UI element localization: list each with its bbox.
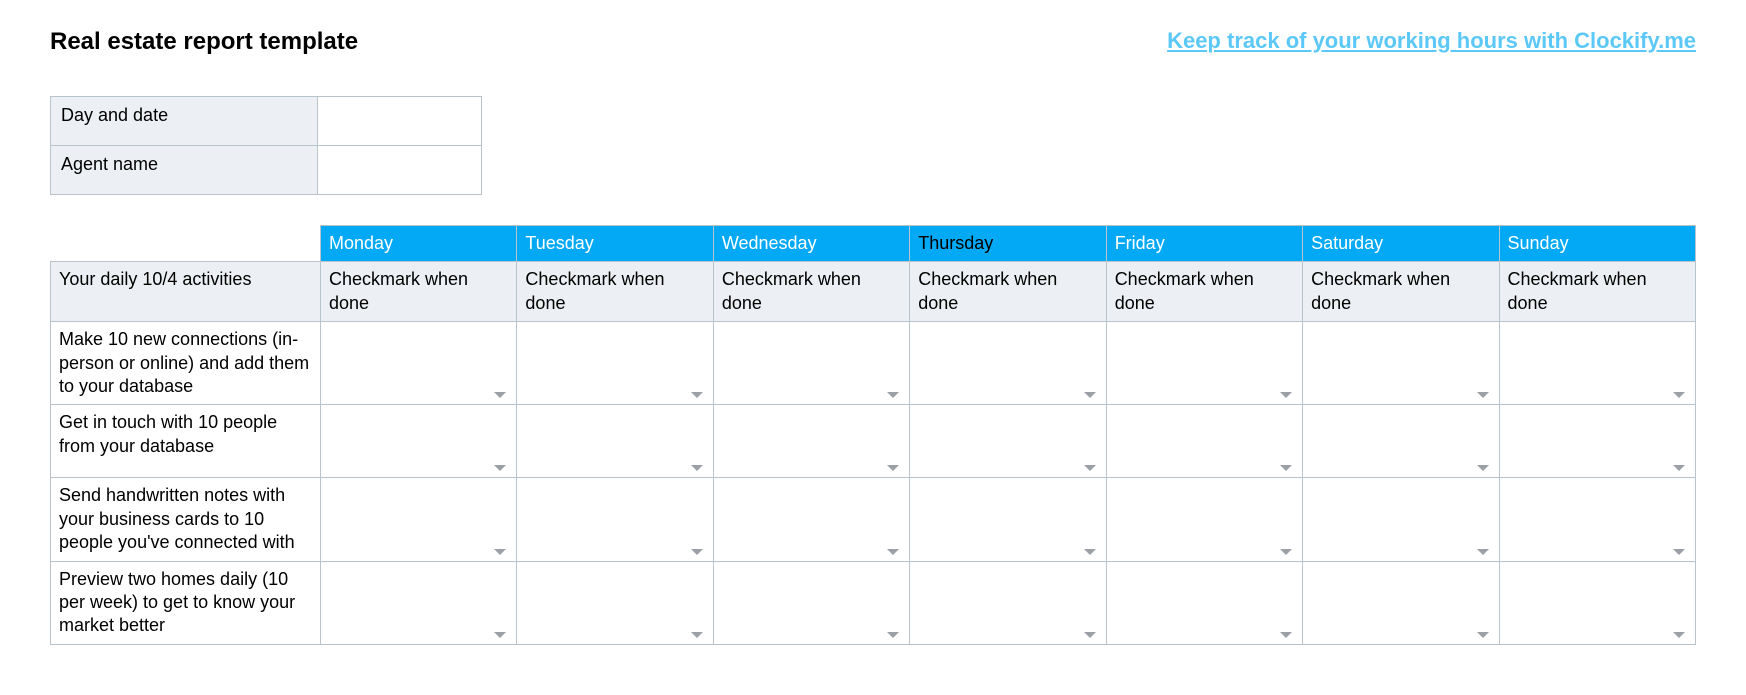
check-dropdown[interactable] bbox=[910, 478, 1106, 561]
check-dropdown[interactable] bbox=[1303, 561, 1499, 644]
check-dropdown[interactable] bbox=[321, 405, 517, 478]
sub-header-row: Your daily 10/4 activities Checkmark whe… bbox=[51, 262, 1696, 322]
info-label-agent-name: Agent name bbox=[51, 146, 318, 195]
info-value-agent-name[interactable] bbox=[318, 146, 482, 195]
corner-empty bbox=[51, 226, 321, 262]
check-dropdown[interactable] bbox=[910, 405, 1106, 478]
day-header-wednesday: Wednesday bbox=[713, 226, 909, 262]
chevron-down-icon[interactable] bbox=[494, 392, 506, 398]
chevron-down-icon[interactable] bbox=[494, 632, 506, 638]
chevron-down-icon[interactable] bbox=[691, 392, 703, 398]
chevron-down-icon[interactable] bbox=[1673, 632, 1685, 638]
day-header-sunday: Sunday bbox=[1499, 226, 1695, 262]
chevron-down-icon[interactable] bbox=[887, 465, 899, 471]
activity-row: Make 10 new connections (in-person or on… bbox=[51, 322, 1696, 405]
check-dropdown[interactable] bbox=[713, 561, 909, 644]
check-dropdown[interactable] bbox=[321, 478, 517, 561]
day-header-saturday: Saturday bbox=[1303, 226, 1499, 262]
check-dropdown[interactable] bbox=[1303, 405, 1499, 478]
day-header-tuesday: Tuesday bbox=[517, 226, 713, 262]
info-table: Day and date Agent name bbox=[50, 96, 482, 195]
activity-row: Preview two homes daily (10 per week) to… bbox=[51, 561, 1696, 644]
day-header-row: Monday Tuesday Wednesday Thursday Friday… bbox=[51, 226, 1696, 262]
page-title: Real estate report template bbox=[50, 28, 358, 56]
chevron-down-icon[interactable] bbox=[1280, 465, 1292, 471]
check-dropdown[interactable] bbox=[713, 478, 909, 561]
activity-label: Make 10 new connections (in-person or on… bbox=[51, 322, 321, 405]
chevron-down-icon[interactable] bbox=[691, 549, 703, 555]
chevron-down-icon[interactable] bbox=[1280, 392, 1292, 398]
sub-header-thursday: Checkmark when done bbox=[910, 262, 1106, 322]
chevron-down-icon[interactable] bbox=[1477, 392, 1489, 398]
check-dropdown[interactable] bbox=[517, 405, 713, 478]
sub-header-friday: Checkmark when done bbox=[1106, 262, 1302, 322]
info-row: Day and date bbox=[51, 97, 482, 146]
chevron-down-icon[interactable] bbox=[887, 549, 899, 555]
chevron-down-icon[interactable] bbox=[1477, 549, 1489, 555]
section-label: Your daily 10/4 activities bbox=[51, 262, 321, 322]
info-value-day-date[interactable] bbox=[318, 97, 482, 146]
check-dropdown[interactable] bbox=[1303, 478, 1499, 561]
check-dropdown[interactable] bbox=[1499, 561, 1695, 644]
info-label-day-date: Day and date bbox=[51, 97, 318, 146]
check-dropdown[interactable] bbox=[910, 322, 1106, 405]
chevron-down-icon[interactable] bbox=[691, 632, 703, 638]
sub-header-saturday: Checkmark when done bbox=[1303, 262, 1499, 322]
check-dropdown[interactable] bbox=[1106, 561, 1302, 644]
check-dropdown[interactable] bbox=[1106, 478, 1302, 561]
check-dropdown[interactable] bbox=[517, 322, 713, 405]
activities-table: Monday Tuesday Wednesday Thursday Friday… bbox=[50, 225, 1696, 645]
chevron-down-icon[interactable] bbox=[1280, 632, 1292, 638]
chevron-down-icon[interactable] bbox=[1084, 392, 1096, 398]
chevron-down-icon[interactable] bbox=[1477, 632, 1489, 638]
day-header-thursday: Thursday bbox=[910, 226, 1106, 262]
chevron-down-icon[interactable] bbox=[1084, 632, 1096, 638]
chevron-down-icon[interactable] bbox=[1477, 465, 1489, 471]
sub-header-sunday: Checkmark when done bbox=[1499, 262, 1695, 322]
check-dropdown[interactable] bbox=[1106, 405, 1302, 478]
promo-link[interactable]: Keep track of your working hours with Cl… bbox=[1167, 28, 1696, 54]
sub-header-wednesday: Checkmark when done bbox=[713, 262, 909, 322]
check-dropdown[interactable] bbox=[1499, 478, 1695, 561]
chevron-down-icon[interactable] bbox=[887, 632, 899, 638]
chevron-down-icon[interactable] bbox=[494, 465, 506, 471]
chevron-down-icon[interactable] bbox=[1673, 392, 1685, 398]
activity-label: Send handwritten notes with your busines… bbox=[51, 478, 321, 561]
chevron-down-icon[interactable] bbox=[691, 465, 703, 471]
check-dropdown[interactable] bbox=[1106, 322, 1302, 405]
check-dropdown[interactable] bbox=[910, 561, 1106, 644]
chevron-down-icon[interactable] bbox=[1280, 549, 1292, 555]
check-dropdown[interactable] bbox=[517, 561, 713, 644]
check-dropdown[interactable] bbox=[713, 322, 909, 405]
check-dropdown[interactable] bbox=[1499, 322, 1695, 405]
activity-row: Send handwritten notes with your busines… bbox=[51, 478, 1696, 561]
sub-header-monday: Checkmark when done bbox=[321, 262, 517, 322]
sub-header-tuesday: Checkmark when done bbox=[517, 262, 713, 322]
day-header-friday: Friday bbox=[1106, 226, 1302, 262]
activity-label: Get in touch with 10 people from your da… bbox=[51, 405, 321, 478]
chevron-down-icon[interactable] bbox=[1673, 465, 1685, 471]
check-dropdown[interactable] bbox=[321, 561, 517, 644]
day-header-monday: Monday bbox=[321, 226, 517, 262]
chevron-down-icon[interactable] bbox=[1673, 549, 1685, 555]
chevron-down-icon[interactable] bbox=[1084, 465, 1096, 471]
check-dropdown[interactable] bbox=[1499, 405, 1695, 478]
activity-label: Preview two homes daily (10 per week) to… bbox=[51, 561, 321, 644]
activity-row: Get in touch with 10 people from your da… bbox=[51, 405, 1696, 478]
chevron-down-icon[interactable] bbox=[887, 392, 899, 398]
chevron-down-icon[interactable] bbox=[1084, 549, 1096, 555]
info-row: Agent name bbox=[51, 146, 482, 195]
chevron-down-icon[interactable] bbox=[494, 549, 506, 555]
check-dropdown[interactable] bbox=[321, 322, 517, 405]
check-dropdown[interactable] bbox=[1303, 322, 1499, 405]
check-dropdown[interactable] bbox=[713, 405, 909, 478]
check-dropdown[interactable] bbox=[517, 478, 713, 561]
